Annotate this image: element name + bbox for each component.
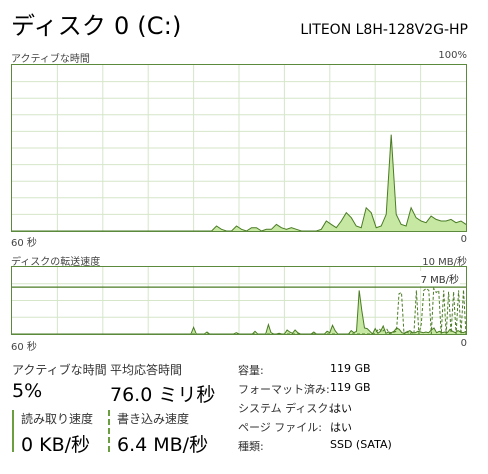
- disk-model: LITEON L8H-128V2G-HP: [300, 22, 468, 38]
- detail-label: 容量:: [238, 364, 264, 377]
- detail-row-type: 種類: SSD (SATA): [238, 438, 468, 457]
- write-speed-label: 書き込み速度: [117, 412, 190, 426]
- read-speed-label: 読み取り速度: [21, 412, 94, 426]
- transfer-time-right: 0: [460, 338, 467, 349]
- active-time-value: 5%: [12, 380, 43, 402]
- detail-value: 119 GB: [330, 362, 371, 375]
- transfer-time-left: 60 秒: [11, 342, 37, 353]
- transfer-chart: 7 MB/秒: [11, 266, 467, 336]
- active-time-svg: [12, 65, 467, 232]
- detail-value: SSD (SATA): [330, 438, 392, 451]
- detail-row-capacity: 容量: 119 GB: [238, 362, 468, 381]
- transfer-ref-label: 7 MB/秒: [419, 271, 460, 286]
- detail-label: 種類:: [238, 440, 264, 453]
- read-speed-value: 0 KB/秒: [21, 434, 91, 456]
- detail-row-formatted: フォーマット済み: 119 GB: [238, 381, 468, 400]
- detail-row-system-disk: システム ディスク: はい: [238, 400, 468, 419]
- active-time-time-left: 60 秒: [11, 238, 37, 249]
- active-time-chart-label: アクティブな時間: [11, 54, 90, 65]
- write-speed-indicator: [108, 410, 110, 452]
- detail-value: はい: [330, 421, 352, 434]
- active-time-time-right: 0: [460, 234, 467, 245]
- page-title: ディスク 0 (C:): [11, 12, 182, 40]
- detail-label: フォーマット済み:: [238, 383, 330, 396]
- avg-response-value: 76.0 ミリ秒: [110, 384, 216, 406]
- details-list: 容量: 119 GB フォーマット済み: 119 GB システム ディスク: は…: [238, 362, 468, 457]
- read-speed-indicator: [12, 410, 14, 452]
- detail-label: システム ディスク:: [238, 402, 333, 415]
- transfer-svg: [12, 267, 467, 336]
- active-time-label: アクティブな時間: [12, 363, 107, 377]
- detail-label: ページ ファイル:: [238, 421, 322, 434]
- active-time-chart: [11, 64, 467, 232]
- write-speed-value: 6.4 MB/秒: [117, 434, 209, 456]
- detail-row-page-file: ページ ファイル: はい: [238, 419, 468, 438]
- avg-response-label: 平均応答時間: [110, 363, 183, 377]
- detail-value: はい: [330, 402, 352, 415]
- detail-value: 119 GB: [330, 381, 371, 394]
- active-time-chart-max: 100%: [438, 50, 467, 61]
